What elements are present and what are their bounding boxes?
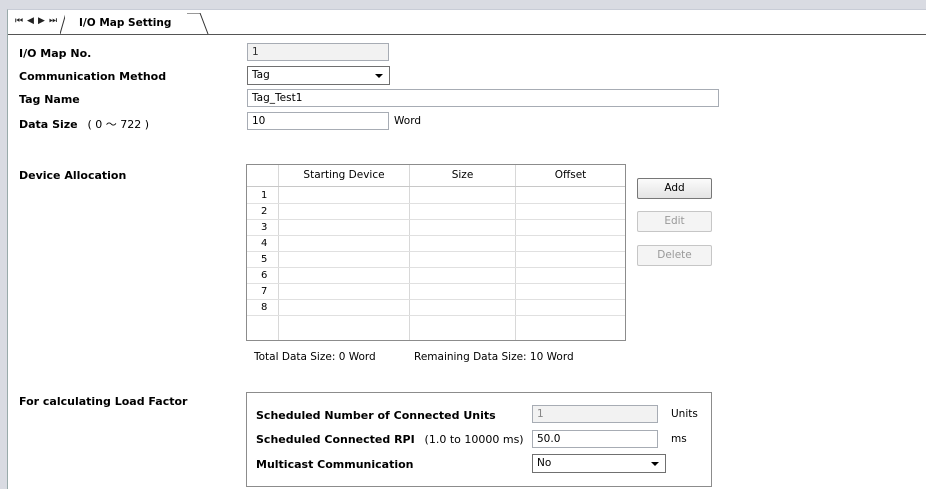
rpi-range: (1.0 to 10000 ms) [424, 433, 524, 446]
edit-button[interactable]: Edit [637, 211, 712, 232]
column-divider [515, 165, 516, 340]
io-map-setting-panel: ⏮ ◀ ▶ ⏭ I/O Map Setting I/O Map No. 1 Co… [7, 9, 926, 489]
multicast-value: No [537, 457, 552, 469]
device-allocation-label: Device Allocation [19, 169, 127, 182]
data-size-range: ( 0 〜 722 ) [87, 118, 150, 131]
comm-method-select[interactable]: Tag [247, 66, 390, 85]
io-map-no-label: I/O Map No. [19, 47, 92, 60]
rpi-input[interactable]: 50.0 [532, 430, 658, 448]
column-header-size[interactable]: Size [410, 165, 515, 186]
table-row-number[interactable]: 4 [261, 238, 267, 249]
last-tab-icon[interactable]: ⏭ [49, 16, 57, 26]
prev-tab-icon[interactable]: ◀ [27, 16, 34, 26]
remaining-data-size: Remaining Data Size: 10 Word [414, 351, 574, 363]
add-button[interactable]: Add [637, 178, 712, 199]
rpi-unit: ms [671, 433, 687, 445]
chevron-down-icon [375, 74, 383, 78]
tab-io-map-setting[interactable]: I/O Map Setting [65, 13, 188, 33]
header-divider [247, 186, 625, 187]
load-factor-group: Scheduled Number of Connected Units 1 Un… [246, 392, 712, 487]
total-data-size: Total Data Size: 0 Word [254, 351, 376, 363]
row-divider [247, 267, 625, 268]
row-divider [247, 203, 625, 204]
tag-name-input[interactable]: Tag_Test1 [247, 89, 719, 107]
rpi-label-text: Scheduled Connected RPI [256, 433, 415, 446]
table-row-number[interactable]: 6 [261, 270, 267, 281]
column-header-offset[interactable]: Offset [516, 165, 625, 186]
io-map-no-field: 1 [247, 43, 389, 61]
column-divider [278, 165, 279, 340]
table-row-number[interactable]: 7 [261, 286, 267, 297]
data-size-label: Data Size ( 0 〜 722 ) [19, 116, 149, 132]
table-row-number[interactable]: 5 [261, 254, 267, 265]
data-size-unit: Word [394, 115, 421, 127]
table-row-number[interactable]: 8 [261, 302, 267, 313]
connected-units-field: 1 [532, 405, 658, 423]
multicast-label: Multicast Communication [256, 458, 414, 471]
row-divider [247, 315, 625, 316]
connected-units-label: Scheduled Number of Connected Units [256, 409, 496, 422]
delete-button[interactable]: Delete [637, 245, 712, 266]
table-row-number[interactable]: 1 [261, 190, 267, 201]
row-divider [247, 251, 625, 252]
rpi-label: Scheduled Connected RPI (1.0 to 10000 ms… [256, 433, 524, 446]
column-header-starting-device[interactable]: Starting Device [279, 165, 409, 186]
next-tab-icon[interactable]: ▶ [38, 16, 45, 26]
data-size-input[interactable]: 10 [247, 112, 389, 130]
chevron-down-icon [651, 462, 659, 466]
table-row-number[interactable]: 3 [261, 222, 267, 233]
row-divider [247, 283, 625, 284]
row-divider [247, 219, 625, 220]
comm-method-label: Communication Method [19, 70, 167, 83]
row-divider [247, 235, 625, 236]
multicast-select[interactable]: No [532, 454, 666, 473]
comm-method-value: Tag [252, 69, 270, 81]
load-factor-label: For calculating Load Factor [19, 395, 188, 408]
tab-bar: ⏮ ◀ ▶ ⏭ I/O Map Setting [8, 10, 926, 35]
table-row-number[interactable]: 2 [261, 206, 267, 217]
connected-units-unit: Units [671, 408, 698, 420]
column-divider [409, 165, 410, 340]
device-allocation-table[interactable]: Starting Device Size Offset 1 2 3 4 5 6 … [246, 164, 626, 341]
row-divider [247, 299, 625, 300]
data-size-label-text: Data Size [19, 118, 78, 131]
tag-name-label: Tag Name [19, 93, 80, 106]
first-tab-icon[interactable]: ⏮ [15, 16, 23, 26]
